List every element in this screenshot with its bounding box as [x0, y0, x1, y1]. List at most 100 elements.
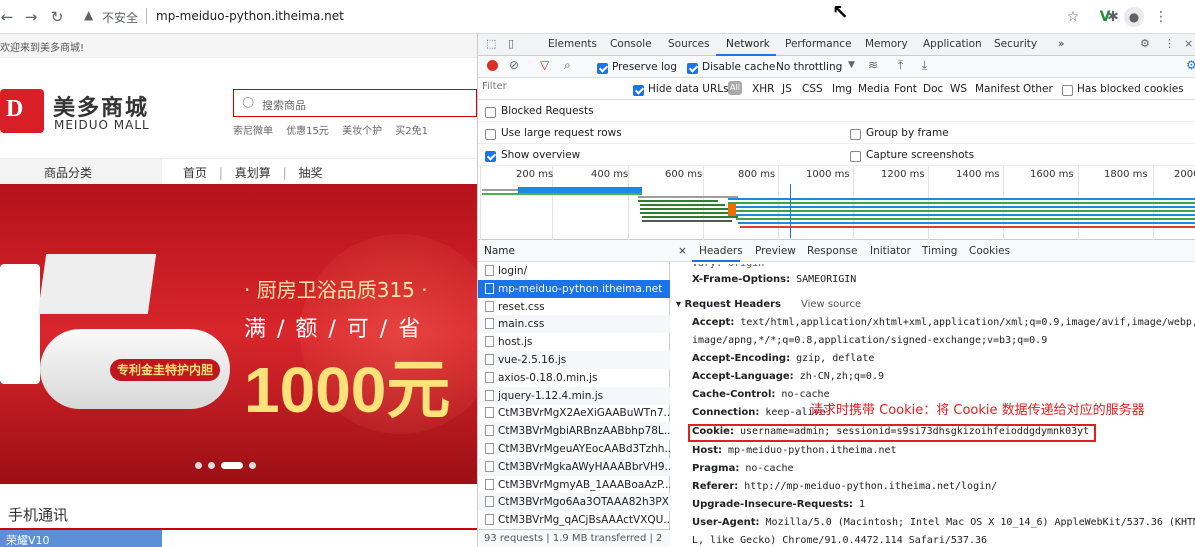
filter-ws[interactable]: WS — [950, 83, 967, 95]
request-headers-section[interactable]: ▾ Request Headers View source — [676, 299, 861, 310]
tab-memory[interactable]: Memory — [865, 38, 908, 50]
filter-js[interactable]: JS — [782, 83, 792, 95]
request-row[interactable]: CtM3BVrMgo6Aa3OTAAA82h3PX... — [478, 493, 670, 512]
tab-network[interactable]: Network — [726, 38, 770, 50]
filter-all[interactable]: All — [728, 81, 742, 95]
record-icon[interactable] — [487, 60, 498, 71]
request-row[interactable]: host.js — [478, 333, 670, 351]
detail-tab-headers[interactable]: Headers — [699, 245, 743, 257]
address-bar[interactable]: ▲ 不安全 mp-meiduo-python.itheima.net — [76, 4, 1056, 30]
preserve-log-checkbox[interactable] — [597, 61, 608, 75]
filter-css[interactable]: CSS — [802, 83, 823, 95]
close-icon[interactable]: × — [1184, 37, 1193, 50]
filter-icon[interactable]: ▽ — [540, 58, 549, 72]
capture-screenshots-checkbox[interactable] — [850, 149, 861, 163]
promo-banner[interactable]: 专利金圭特护内胆 · 厨房卫浴品质315 · 满 / 额 / 可 / 省 100… — [0, 184, 477, 484]
request-row[interactable]: CtM3BVrMgX2AeXiGAABuWTn7... — [478, 404, 670, 422]
carousel-dot[interactable] — [195, 462, 202, 469]
tab-console[interactable]: Console — [610, 38, 652, 50]
back-icon[interactable]: ← — [0, 8, 16, 26]
request-row[interactable]: CtM3BVrMgkaAWyHAAABbrVH9... — [478, 457, 670, 476]
clear-icon[interactable]: ⊘ — [509, 58, 519, 72]
tab-security[interactable]: Security — [994, 38, 1037, 50]
filter-manifest[interactable]: Manifest — [975, 83, 1020, 95]
nav-home[interactable]: 首页 — [183, 166, 207, 180]
chevron-down-icon[interactable]: ▼ — [848, 60, 855, 70]
tab-elements[interactable]: Elements — [548, 38, 597, 50]
filter-doc[interactable]: Doc — [923, 83, 943, 95]
blocked-cookies-checkbox[interactable] — [1062, 83, 1073, 97]
star-icon[interactable]: ☆ — [1064, 8, 1082, 26]
hot-word[interactable]: 美妆个护 — [342, 126, 382, 137]
large-rows-checkbox[interactable] — [485, 127, 496, 141]
detail-tab-cookies[interactable]: Cookies — [969, 245, 1010, 257]
request-row[interactable]: main.css — [478, 315, 670, 334]
reload-icon[interactable]: ↻ — [48, 8, 66, 26]
nav-deals[interactable]: 真划算 — [235, 166, 271, 180]
device-toolbar-icon[interactable]: ▯ — [508, 37, 514, 50]
filter-font[interactable]: Font — [894, 83, 917, 95]
inspect-icon[interactable]: ⬚ — [486, 37, 496, 50]
security-label[interactable]: 不安全 — [102, 9, 138, 26]
gear-icon[interactable]: ⚙ — [1140, 37, 1150, 50]
request-row[interactable]: CtM3BVrMgeuAYEocAABd3Tzhh... — [478, 440, 670, 458]
filter-xhr[interactable]: XHR — [752, 83, 774, 95]
request-row[interactable]: reset.css — [478, 298, 670, 316]
hot-word[interactable]: 优惠15元 — [286, 126, 329, 137]
puzzle-icon[interactable]: ✱ — [1104, 8, 1122, 26]
close-detail-icon[interactable]: × — [678, 245, 687, 257]
show-overview-checkbox[interactable] — [485, 149, 496, 163]
filter-other[interactable]: Other — [1023, 83, 1053, 95]
request-row[interactable]: CtM3BVrMgmyAB_1AAABoaAzP... — [478, 476, 670, 494]
filter-input[interactable]: Filter — [482, 81, 622, 97]
detail-tab-initiator[interactable]: Initiator — [870, 245, 911, 257]
request-row[interactable]: CtM3BVrMgbiARBnzAABbhp78L... — [478, 422, 670, 441]
network-overview[interactable]: 200 ms 400 ms 600 ms 800 ms 1000 ms 1200… — [478, 166, 1195, 240]
group-by-frame-checkbox[interactable] — [850, 127, 861, 141]
filter-media[interactable]: Media — [858, 83, 890, 95]
search-input[interactable]: ○ 搜索商品 — [233, 89, 477, 117]
tab-more[interactable]: » — [1058, 38, 1064, 50]
carousel-dot[interactable] — [249, 462, 256, 469]
carousel-dot-active[interactable] — [221, 462, 243, 469]
overview-tick: 2000 — [1174, 169, 1195, 180]
url-text[interactable]: mp-meiduo-python.itheima.net — [156, 9, 344, 23]
section-tab[interactable]: 荣耀V10 — [0, 530, 162, 547]
tab-application[interactable]: Application — [923, 38, 982, 50]
detail-tab-preview[interactable]: Preview — [755, 245, 796, 257]
download-icon[interactable]: ⤓ — [922, 58, 927, 73]
request-row[interactable]: login/ — [478, 262, 670, 280]
tab-performance[interactable]: Performance — [785, 38, 852, 50]
carousel-dot[interactable] — [208, 462, 215, 469]
request-row[interactable]: axios-0.18.0.min.js — [478, 369, 670, 387]
request-row[interactable]: mp-meiduo-python.itheima.net — [478, 279, 670, 298]
nav-lottery[interactable]: 抽奖 — [298, 166, 322, 180]
throttling-select[interactable]: No throttling — [776, 61, 842, 73]
request-row[interactable]: jquery-1.12.4.min.js — [478, 386, 670, 405]
hide-data-urls-checkbox[interactable] — [633, 83, 644, 97]
kebab-icon[interactable]: ⋮ — [1164, 37, 1175, 50]
search-icon[interactable]: ⌕ — [564, 58, 571, 73]
filter-img[interactable]: Img — [832, 83, 852, 95]
warning-icon[interactable]: ▲ — [84, 8, 93, 22]
wifi-icon[interactable]: ≋ — [868, 58, 878, 72]
detail-tab-response[interactable]: Response — [807, 245, 857, 257]
request-row[interactable]: vue-2.5.16.js — [478, 351, 670, 369]
hot-word[interactable]: 索尼微单 — [233, 126, 273, 137]
menu-icon[interactable]: ⋮ — [1152, 8, 1170, 26]
forward-icon[interactable]: → — [22, 8, 40, 26]
network-settings-icon[interactable]: ⚙ — [1186, 58, 1195, 72]
tab-sources[interactable]: Sources — [668, 38, 710, 50]
detail-tab-timing[interactable]: Timing — [922, 245, 957, 257]
profile-icon[interactable]: ● — [1124, 7, 1144, 27]
request-row[interactable]: CtM3BVrMg_qACjBsAAActVXQU... — [478, 511, 670, 529]
category-button[interactable]: 商品分类 — [0, 159, 162, 185]
logo-mark[interactable]: D — [0, 89, 44, 133]
upload-icon[interactable]: ⤒ — [898, 58, 903, 73]
blocked-requests-checkbox[interactable] — [485, 105, 496, 119]
disable-cache-checkbox[interactable] — [687, 61, 698, 75]
view-source-link[interactable]: View source — [801, 299, 861, 310]
hot-word[interactable]: 买2免1 — [395, 126, 428, 137]
logo-en[interactable]: MEIDUO MALL — [54, 118, 150, 132]
name-column-header[interactable]: Name — [478, 240, 670, 262]
